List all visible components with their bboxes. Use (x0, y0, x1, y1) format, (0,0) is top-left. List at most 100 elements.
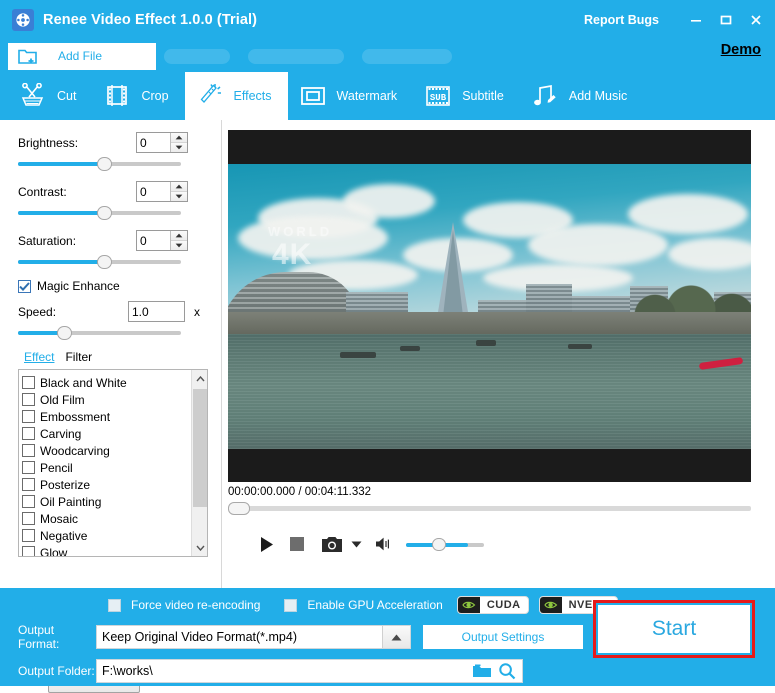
demo-link[interactable]: Demo (721, 42, 761, 58)
list-item[interactable]: Negative (22, 527, 207, 544)
brightness-input[interactable] (137, 133, 170, 152)
effect-list-scrollbar[interactable] (191, 370, 207, 556)
list-item[interactable]: Embossment (22, 408, 207, 425)
contrast-slider[interactable] (18, 206, 181, 220)
list-item[interactable]: Woodcarving (22, 442, 207, 459)
brightness-spinner[interactable] (136, 132, 188, 153)
saturation-spin-buttons (170, 231, 187, 250)
tab-subtitle[interactable]: SUB Subtitle (413, 72, 520, 120)
volume-knob[interactable] (432, 538, 446, 551)
list-item[interactable]: Oil Painting (22, 493, 207, 510)
subtab-filter[interactable]: Filter (65, 350, 92, 364)
effect-list[interactable]: Black and White Old Film Embossment Carv… (18, 369, 208, 557)
output-format-label: Output Format: (18, 623, 96, 651)
saturation-label: Saturation: (18, 234, 136, 248)
speed-field[interactable] (128, 301, 185, 322)
output-folder-field[interactable] (96, 659, 523, 683)
list-item[interactable]: Posterize (22, 476, 207, 493)
minimize-button[interactable] (681, 5, 711, 35)
scroll-down-icon[interactable] (192, 539, 208, 556)
contrast-knob[interactable] (97, 206, 112, 220)
cloud (343, 184, 435, 218)
search-icon[interactable] (498, 662, 516, 680)
cuda-label: CUDA (480, 599, 528, 611)
tab-add-music[interactable]: Add Music (520, 72, 643, 120)
scrollbar-thumb[interactable] (193, 389, 207, 507)
effect-checkbox[interactable] (22, 546, 35, 557)
contrast-increment-button[interactable] (171, 182, 187, 192)
effect-checkbox[interactable] (22, 478, 35, 491)
close-button[interactable] (741, 5, 771, 35)
play-button[interactable] (252, 531, 282, 557)
effect-checkbox[interactable] (22, 512, 35, 525)
effect-checkbox[interactable] (22, 427, 35, 440)
saturation-slider[interactable] (18, 255, 181, 269)
enable-gpu-checkbox[interactable] (284, 599, 297, 612)
chevron-up-icon[interactable] (382, 626, 410, 648)
volume-icon[interactable] (372, 531, 398, 557)
contrast-input[interactable] (137, 182, 170, 201)
effect-checkbox[interactable] (22, 393, 35, 406)
add-file-button[interactable]: Add File (8, 43, 156, 70)
effect-checkbox[interactable] (22, 461, 35, 474)
force-reencode-checkbox[interactable] (108, 599, 121, 612)
cuda-badge[interactable]: CUDA (457, 596, 529, 614)
saturation-decrement-button[interactable] (171, 241, 187, 251)
seek-bar[interactable] (228, 502, 751, 515)
boat (340, 352, 376, 358)
maximize-button[interactable] (711, 5, 741, 35)
start-button[interactable]: Start (598, 605, 750, 653)
main-content: Brightness: (0, 120, 775, 588)
list-item[interactable]: Carving (22, 425, 207, 442)
speed-knob[interactable] (57, 326, 72, 340)
video-preview[interactable]: WORLD 4K (228, 130, 751, 482)
brightness-slider[interactable] (18, 157, 181, 171)
tab-crop[interactable]: Crop (92, 72, 184, 120)
output-format-input[interactable] (97, 626, 379, 648)
stop-button[interactable] (282, 531, 312, 557)
subtitle-icon: SUB (423, 81, 453, 111)
brightness-knob[interactable] (97, 157, 112, 171)
snapshot-button[interactable] (318, 531, 346, 557)
effect-checkbox[interactable] (22, 495, 35, 508)
effect-checkbox[interactable] (22, 529, 35, 542)
list-item[interactable]: Mosaic (22, 510, 207, 527)
scroll-up-icon[interactable] (192, 370, 208, 387)
effect-checkbox[interactable] (22, 410, 35, 423)
boat (568, 344, 592, 349)
list-item[interactable]: Glow (22, 544, 207, 557)
output-settings-button[interactable]: Output Settings (423, 625, 583, 649)
contrast-spinner[interactable] (136, 181, 188, 202)
subtab-effect[interactable]: Effect (24, 350, 54, 364)
tab-effects[interactable]: Effects (185, 72, 288, 120)
speed-slider[interactable] (18, 326, 181, 340)
video-watermark-top: WORLD (268, 224, 332, 239)
folder-icon[interactable] (472, 663, 492, 679)
brightness-decrement-button[interactable] (171, 143, 187, 153)
effect-checkbox[interactable] (22, 376, 35, 389)
saturation-input[interactable] (137, 231, 170, 250)
list-item[interactable]: Black and White (22, 374, 207, 391)
saturation-increment-button[interactable] (171, 231, 187, 241)
list-item[interactable]: Old Film (22, 391, 207, 408)
magic-enhance-row: Magic Enhance (18, 279, 221, 293)
magic-enhance-checkbox[interactable] (18, 280, 31, 293)
output-folder-input[interactable] (97, 660, 467, 682)
contrast-decrement-button[interactable] (171, 192, 187, 202)
report-bugs-link[interactable]: Report Bugs (584, 13, 659, 27)
output-format-combo[interactable] (96, 625, 411, 649)
saturation-knob[interactable] (97, 255, 112, 269)
tab-watermark[interactable]: Watermark (288, 72, 414, 120)
snapshot-dropdown-icon[interactable] (346, 531, 366, 557)
tab-cut[interactable]: Cut (8, 72, 92, 120)
saturation-spinner[interactable] (136, 230, 188, 251)
volume-slider[interactable] (406, 538, 484, 551)
list-item[interactable]: Pencil (22, 459, 207, 476)
effect-label: Old Film (40, 393, 85, 407)
nvidia-icon (458, 596, 480, 614)
brightness-increment-button[interactable] (171, 133, 187, 143)
seek-knob[interactable] (228, 502, 250, 515)
application-window: Renee Video Effect 1.0.0 (Trial) Report … (0, 0, 775, 686)
speed-input[interactable] (129, 302, 181, 321)
effect-checkbox[interactable] (22, 444, 35, 457)
